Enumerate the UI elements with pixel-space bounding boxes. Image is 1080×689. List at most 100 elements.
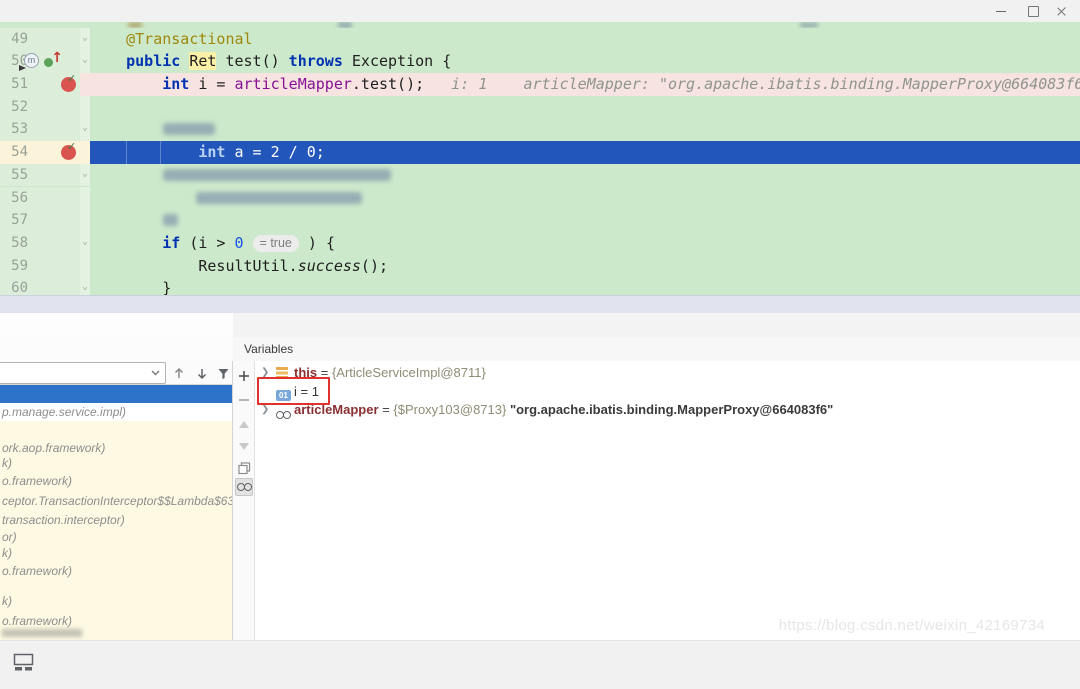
variables-panel[interactable]: ❯this = {ArticleServiceImpl@8711}01i = 1… [255,361,1080,640]
code-line[interactable]: 54int a = 2 / 0; [0,141,1080,164]
line-number[interactable]: 53 [4,118,28,141]
blurred-code-fragment [196,192,362,204]
variable-row[interactable]: ❯this = {ArticleServiceImpl@8711} [255,364,1080,383]
minimize-icon [996,11,1006,12]
code-token: test() [216,52,288,70]
blurred-code-fragment [163,123,215,135]
code-token: .test(); [352,75,424,93]
fold-toggle-icon[interactable]: ⌄ [80,123,90,135]
stack-frame[interactable]: p.manage.service.impl) [2,405,126,419]
code-line[interactable]: 51int i = articleMapper.test(); i: 1 art… [0,73,1080,96]
frames-header-left [0,337,233,361]
remove-watch-button[interactable] [235,391,253,409]
stack-frame[interactable]: ceptor.TransactionInterceptor$$Lambda$63… [2,494,232,508]
triangle-up-icon [239,421,249,428]
show-watches-button[interactable] [235,478,253,496]
status-bar: 1:1 [0,640,1080,689]
code-token: success [298,257,361,275]
code-line[interactable]: 57 [0,209,1080,232]
frame-down-button[interactable] [193,364,211,382]
code-token: if [162,234,180,252]
code-line[interactable]: 56 [0,187,1080,210]
add-watch-button[interactable] [235,367,253,385]
proxy-icon [276,411,291,419]
maximize-icon [1028,6,1039,17]
chevron-down-icon [151,370,160,376]
stack-frame[interactable]: k) [2,456,12,470]
code-text: } [0,277,1080,295]
stack-frame[interactable]: o.framework) [2,564,72,578]
stack-frame[interactable]: k) [2,594,12,608]
move-up-button[interactable] [235,415,253,433]
stack-frame[interactable]: k) [2,546,12,560]
line-number[interactable]: 55 [4,164,28,187]
line-number[interactable]: 57 [4,209,28,232]
code-line[interactable]: 49⌄@Transactional [0,28,1080,51]
stack-frame[interactable]: o.framework) [2,474,72,488]
code-line[interactable]: 50m⌄public Ret test() throws Exception { [0,50,1080,73]
duplicate-watch-button[interactable] [235,459,253,477]
line-number[interactable]: 52 [4,96,28,119]
code-token: a = 2 / 0; [225,143,324,161]
code-line-background [90,209,1080,232]
thread-selector-dropdown[interactable] [0,362,166,384]
frame-up-button[interactable] [170,364,188,382]
stack-frame[interactable]: o.framework) [2,614,72,628]
watches-toolbar [233,361,255,640]
variable-row[interactable]: 01i = 1 [255,383,1080,402]
code-token: Exception { [343,52,451,70]
window-dock-icon[interactable] [13,653,35,676]
code-token: ResultUtil. [198,257,297,275]
stack-frame[interactable]: or) [2,530,17,544]
code-line-background [90,96,1080,119]
code-token [424,75,451,93]
fold-strip [80,187,90,210]
code-token: int [162,75,189,93]
ide-debug-screenshot: 49⌄@Transactional50m⌄public Ret test() t… [0,0,1080,689]
code-token: ) { [299,234,335,252]
stack-frame[interactable]: ork.aop.framework) [2,441,105,455]
close-button[interactable] [1046,0,1076,22]
proxy-icon [276,406,291,425]
down-arrow-icon [196,367,208,380]
code-token [487,75,523,93]
inline-debug-hint: i: 1 [451,75,487,93]
red-annotation-box [257,377,330,405]
code-line[interactable]: 60⌄} [0,277,1080,295]
code-line[interactable]: 53 ⌄ [0,118,1080,141]
watermark-text: https://blog.csdn.net/weixin_42169734 [779,617,1045,634]
code-line[interactable]: 59ResultUtil.success(); [0,255,1080,278]
inline-debug-hint: articleMapper: "org.apache.ibatis.bindin… [523,75,1080,93]
variable-row[interactable]: ❯articleMapper = {$Proxy103@8713} "org.a… [255,401,1080,420]
code-line-background [90,118,1080,141]
frames-list[interactable]: p.manage.service.impl) ork.aop.framework)… [0,385,232,640]
minus-icon [238,394,250,406]
stack-frame-selected[interactable] [0,385,232,403]
line-number[interactable]: 56 [4,187,28,210]
move-down-button[interactable] [235,437,253,455]
up-arrow-icon [173,367,185,380]
code-text: int a = 2 / 0; [0,141,1080,164]
filter-frames-button[interactable] [214,364,232,382]
triangle-down-icon [239,443,249,450]
code-text: if (i > 0 = true ) { [0,232,1080,255]
variable-string-value: "org.apache.ibatis.binding.MapperProxy@6… [510,402,833,417]
maximize-button[interactable] [1018,0,1048,22]
code-editor[interactable]: 49⌄@Transactional50m⌄public Ret test() t… [0,22,1080,295]
filter-funnel-icon [217,367,230,380]
code-text: ResultUtil.success(); [0,255,1080,278]
blurred-code-fragment [163,169,391,181]
fold-toggle-icon[interactable]: ⌄ [80,169,90,181]
code-line[interactable]: 52 [0,96,1080,119]
code-line[interactable]: 55 ⌄ [0,164,1080,187]
code-token: articleMapper [234,75,351,93]
stack-frame[interactable]: transaction.interceptor) [2,513,125,527]
code-line[interactable]: 58⌄if (i > 0 = true ) { [0,232,1080,255]
minimize-button[interactable] [986,0,1016,22]
variables-panel-title: Variables [244,337,293,361]
variable-value: {ArticleServiceImpl@8711} [332,365,486,380]
copy-icon [238,462,251,475]
code-token [244,234,253,252]
editor-footer-band [0,295,1080,315]
variable-text: articleMapper = {$Proxy103@8713} "org.ap… [294,401,833,420]
